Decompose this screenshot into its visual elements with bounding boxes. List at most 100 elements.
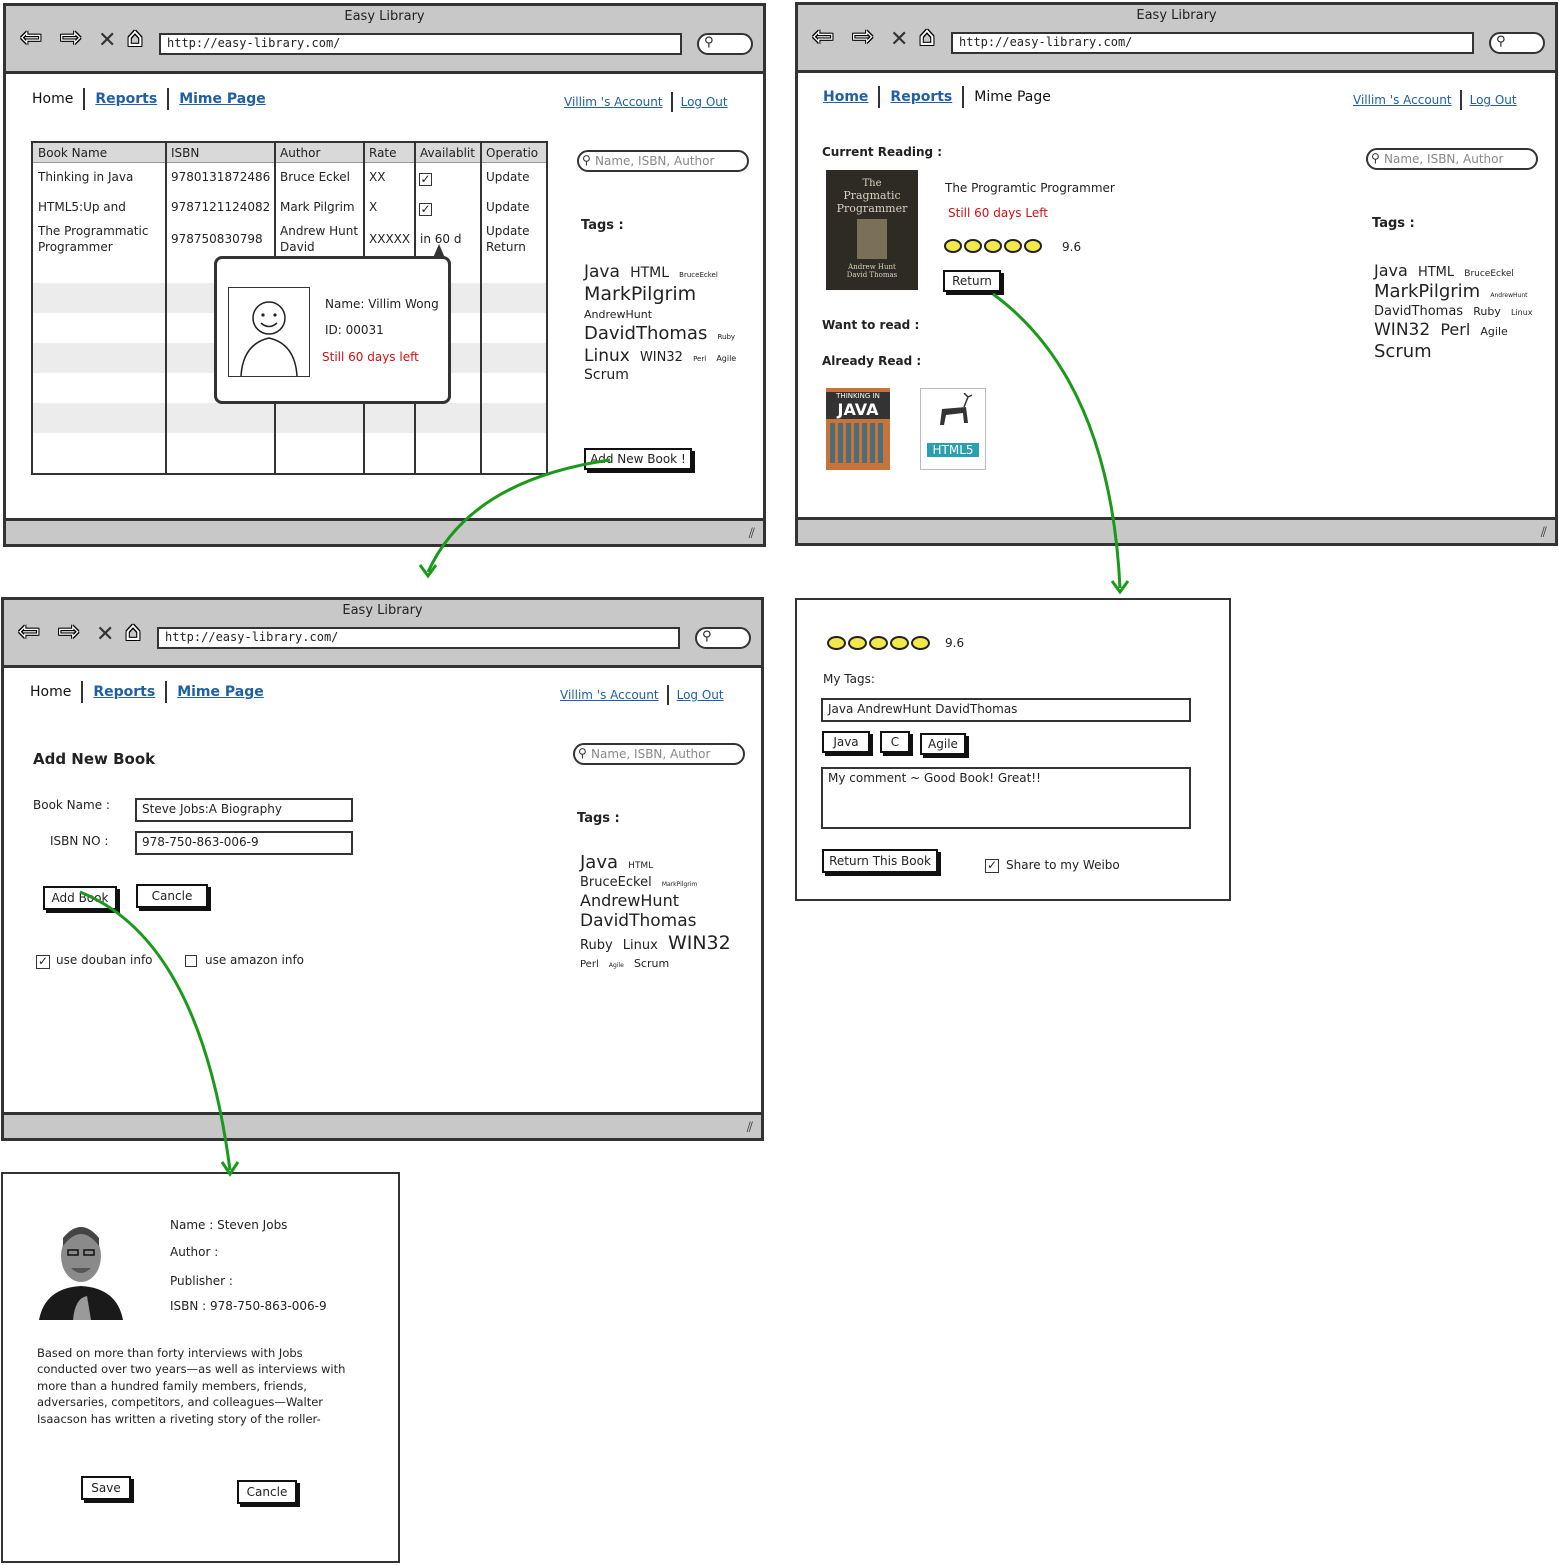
star-icon[interactable] [869,636,888,650]
tag[interactable]: BruceEckel [580,875,652,891]
tag[interactable]: Linux [1511,308,1533,318]
comment-textarea[interactable]: My comment ~ Good Book! Great!! [821,767,1191,829]
save-button[interactable]: Save [81,1476,131,1500]
search-input[interactable]: ⚲ Name, ISBN, Author [577,150,749,172]
address-bar[interactable]: http://easy-library.com/ [157,627,680,649]
tag[interactable]: DavidThomas [1374,304,1463,320]
tag[interactable]: BruceEckel [679,271,718,280]
isbn-field[interactable]: 978-750-863-006-9 [135,831,353,855]
tag[interactable]: Agile [716,354,736,364]
nav-home[interactable]: Home [30,684,71,700]
tag[interactable]: HTML [628,861,653,872]
update-link[interactable]: Update [486,223,529,239]
tag[interactable]: Linux [584,346,630,367]
book-cover-html5[interactable]: HTML5 [920,388,986,470]
book-name-field[interactable]: Steve Jobs:A Biography [135,798,353,822]
stop-icon[interactable]: ✕ [96,622,114,647]
tag[interactable]: Java [584,262,620,283]
tag[interactable]: WIN32 [640,350,683,366]
update-link[interactable]: Update [486,199,529,215]
return-link[interactable]: Return [486,239,526,255]
nav-mime-page[interactable]: Mime Page [179,91,266,107]
star-icon[interactable] [848,636,867,650]
tag[interactable]: HTML [630,265,669,283]
return-button[interactable]: Return [943,270,1001,292]
tag[interactable]: WIN32 [668,932,731,956]
nav-mime-page[interactable]: Mime Page [974,89,1051,105]
nav-reports[interactable]: Reports [95,91,157,107]
tag[interactable]: HTML [1418,265,1454,281]
account-link[interactable]: Villim 's Account [564,95,663,109]
home-icon[interactable]: ⌂ [912,24,942,51]
tag[interactable]: MarkPilgrim [662,881,697,889]
home-icon[interactable]: ⌂ [120,25,150,52]
tag[interactable]: Ruby [580,938,613,954]
tag[interactable]: MarkPilgrim [1374,281,1480,304]
stop-icon[interactable]: ✕ [890,27,908,52]
address-bar[interactable]: http://easy-library.com/ [159,33,682,55]
nav-reports[interactable]: Reports [890,89,952,105]
browser-search[interactable]: ⚲ [1489,32,1545,54]
star-icon[interactable] [911,636,930,650]
nav-home[interactable]: Home [823,89,868,105]
account-link[interactable]: Villim 's Account [1353,93,1452,107]
logout-link[interactable]: Log Out [681,95,728,109]
tag[interactable]: AndrewHunt [584,308,652,322]
nav-reports[interactable]: Reports [93,684,155,700]
tag[interactable]: Agile [609,962,624,970]
tag[interactable]: Linux [623,938,658,954]
tag[interactable]: AndrewHunt [580,891,679,911]
address-bar[interactable]: http://easy-library.com/ [951,32,1474,54]
tag[interactable]: AndrewHunt [1490,292,1527,300]
browser-search[interactable]: ⚲ [695,627,751,649]
nav-home[interactable]: Home [32,91,73,107]
search-input[interactable]: ⚲ Name, ISBN, Author [573,743,745,765]
cancel-button[interactable]: Cancle [136,884,208,908]
tag-c-button[interactable]: C [880,731,910,753]
my-tags-field[interactable]: Java AndrewHunt DavidThomas [821,698,1191,722]
add-new-book-button[interactable]: Add New Book ! [584,448,692,470]
tag-agile-button[interactable]: Agile [920,733,966,755]
tag[interactable]: DavidThomas [580,911,696,932]
tag[interactable]: WIN32 [1374,320,1430,341]
star-icon[interactable] [890,636,909,650]
cancel-button[interactable]: Cancle [237,1480,297,1504]
browser-search[interactable]: ⚲ [697,33,753,55]
return-this-book-button[interactable]: Return This Book [822,849,938,873]
book-cover-pragmatic[interactable]: The Pragmatic Programmer Andrew Hunt Dav… [826,170,918,290]
resize-grip-icon[interactable]: ⫽ [747,1120,753,1136]
douban-checkbox[interactable]: ✓ [36,955,50,969]
tag[interactable]: Perl [1440,320,1470,340]
logout-link[interactable]: Log Out [1470,93,1517,107]
tag[interactable]: Perl [693,355,706,364]
tag[interactable]: Scrum [634,957,669,971]
stop-icon[interactable]: ✕ [98,28,116,53]
nav-mime-page[interactable]: Mime Page [177,684,264,700]
share-weibo-checkbox[interactable]: ✓ [985,859,999,873]
available-checkbox[interactable]: ✓ [419,203,432,216]
tag[interactable]: Agile [1480,325,1507,339]
amazon-checkbox[interactable] [185,955,197,967]
tag[interactable]: Perl [580,959,599,972]
available-checkbox[interactable]: ✓ [419,173,432,186]
star-icon[interactable] [827,636,846,650]
home-icon[interactable]: ⌂ [118,619,148,646]
back-icon[interactable]: ⇦ [14,619,44,646]
tag[interactable]: Scrum [584,367,629,385]
tag-java-button[interactable]: Java [822,731,870,753]
resize-grip-icon[interactable]: ⫽ [749,526,755,542]
resize-grip-icon[interactable]: ⫽ [1541,525,1547,541]
add-book-button[interactable]: Add Book [43,886,117,910]
tag[interactable]: DavidThomas [584,323,707,346]
tag[interactable]: Java [580,852,618,875]
tag[interactable]: MarkPilgrim [584,283,696,307]
update-link[interactable]: Update [486,169,529,185]
logout-link[interactable]: Log Out [677,688,724,702]
book-cover-thinking-in-java[interactable]: THINKING IN JAVA [826,388,890,470]
forward-icon[interactable]: ⇨ [54,619,84,646]
back-icon[interactable]: ⇦ [808,24,838,51]
tag[interactable]: Ruby [717,333,735,342]
tag[interactable]: BruceEckel [1464,269,1514,280]
account-link[interactable]: Villim 's Account [560,688,659,702]
tag[interactable]: Ruby [1473,305,1501,319]
